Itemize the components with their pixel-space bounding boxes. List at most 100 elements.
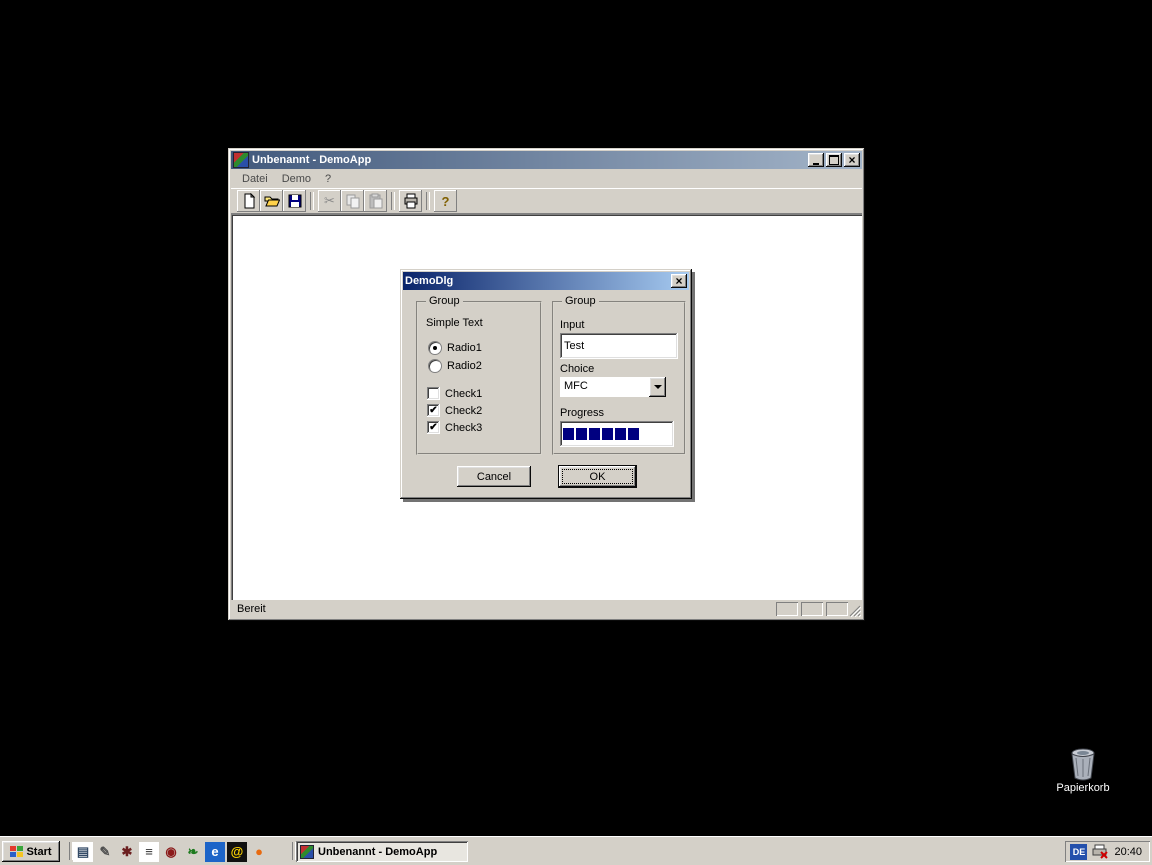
help-about-button[interactable]: ? xyxy=(434,190,457,212)
copy-icon xyxy=(345,193,361,209)
launcher-mail-at-icon[interactable]: @ xyxy=(227,842,247,862)
input-label: Input xyxy=(560,319,584,331)
open-folder-button[interactable] xyxy=(260,190,283,212)
launcher-pen-icon[interactable]: ✎ xyxy=(95,842,115,862)
launcher-bug-icon[interactable]: ✱ xyxy=(117,842,137,862)
launcher-document-icon[interactable]: ≡ xyxy=(139,842,159,862)
progress-block xyxy=(615,428,626,440)
cut-icon: ✂ xyxy=(324,193,335,209)
progress-block xyxy=(602,428,613,440)
choice-label: Choice xyxy=(560,363,594,375)
demo-dialog: DemoDlg × Group Simple Text Radio1 Radio… xyxy=(400,269,692,499)
app-title: Unbenannt - DemoApp xyxy=(252,154,371,166)
app-titlebar[interactable]: Unbenannt - DemoApp × xyxy=(231,151,862,169)
copy-button[interactable] xyxy=(341,190,364,212)
combo-dropdown-button[interactable] xyxy=(649,377,666,397)
check3-box[interactable]: ✔ xyxy=(427,421,440,434)
radio2-label: Radio2 xyxy=(447,360,482,372)
group-left-title: Group xyxy=(426,295,463,307)
cut-button[interactable]: ✂ xyxy=(318,190,341,212)
paste-icon xyxy=(368,193,384,209)
ok-button[interactable]: OK xyxy=(559,466,636,487)
toolbar-separator xyxy=(391,192,395,210)
simple-text-label: Simple Text xyxy=(426,317,483,329)
save-icon xyxy=(287,193,303,209)
check1-label: Check1 xyxy=(445,388,482,400)
launcher-eye-icon[interactable]: ◉ xyxy=(161,842,181,862)
launcher-notes-icon[interactable]: ▤ xyxy=(73,842,93,862)
check3-label: Check3 xyxy=(445,422,482,434)
start-button[interactable]: Start xyxy=(2,841,60,862)
progress-bar xyxy=(560,421,674,447)
menubar: Datei Demo ? xyxy=(231,170,862,188)
recycle-bin-icon xyxy=(1066,746,1100,782)
menu-demo[interactable]: Demo xyxy=(275,172,318,186)
demoapp-icon xyxy=(300,845,314,859)
dialog-close-button[interactable]: × xyxy=(671,274,687,288)
desktop: { "desktop": { "recycle_bin": { "label":… xyxy=(0,0,1152,864)
app-icon xyxy=(233,152,249,168)
dialog-title: DemoDlg xyxy=(405,275,453,287)
help-icon: ? xyxy=(442,194,450,209)
check2-label: Check2 xyxy=(445,405,482,417)
radio1[interactable]: Radio1 xyxy=(428,341,482,355)
status-text: Bereit xyxy=(237,603,266,615)
radio2-circle[interactable] xyxy=(428,359,442,373)
quick-launch-bar: ▤✎✱≡◉❧e@● xyxy=(72,841,270,862)
maximize-button[interactable] xyxy=(826,153,842,167)
print-button[interactable] xyxy=(399,190,422,212)
new-document-button[interactable] xyxy=(237,190,260,212)
check1[interactable]: ✔ Check1 xyxy=(427,387,482,400)
choice-value: MFC xyxy=(560,377,649,397)
new-document-icon xyxy=(241,193,257,209)
cancel-button[interactable]: Cancel xyxy=(457,466,531,487)
print-icon xyxy=(403,193,419,209)
menu-datei[interactable]: Datei xyxy=(235,172,275,186)
system-tray: DE 20:40 xyxy=(1065,841,1150,862)
taskbar: Start ▤✎✱≡◉❧e@● Unbenannt - DemoApp DE 2… xyxy=(0,836,1152,865)
recycle-bin[interactable]: Papierkorb xyxy=(1045,746,1121,794)
status-pane xyxy=(801,602,823,616)
status-pane xyxy=(826,602,848,616)
progress-label: Progress xyxy=(560,407,604,419)
windows-logo-icon xyxy=(10,846,23,857)
check2[interactable]: ✔ Check2 xyxy=(427,404,482,417)
minimize-button[interactable] xyxy=(808,153,824,167)
progress-block xyxy=(589,428,600,440)
group-left: Group Simple Text Radio1 Radio2 ✔ Check1… xyxy=(416,301,542,455)
radio2[interactable]: Radio2 xyxy=(428,359,482,373)
launcher-plant-icon[interactable]: ❧ xyxy=(183,842,203,862)
close-button[interactable]: × xyxy=(844,153,860,167)
save-button[interactable] xyxy=(283,190,306,212)
printer-status-icon[interactable] xyxy=(1092,844,1109,859)
dialog-titlebar[interactable]: DemoDlg × xyxy=(403,272,689,290)
keyboard-layout-indicator[interactable]: DE xyxy=(1070,844,1087,860)
progress-block xyxy=(628,428,639,440)
launcher-browser-orb-icon[interactable]: ● xyxy=(249,842,269,862)
check3[interactable]: ✔ Check3 xyxy=(427,421,482,434)
paste-button[interactable] xyxy=(364,190,387,212)
menu-help[interactable]: ? xyxy=(318,172,338,186)
radio1-circle[interactable] xyxy=(428,341,442,355)
task-button-label: Unbenannt - DemoApp xyxy=(318,846,437,858)
radio1-label: Radio1 xyxy=(447,342,482,354)
check2-box[interactable]: ✔ xyxy=(427,404,440,417)
task-button-demoapp[interactable]: Unbenannt - DemoApp xyxy=(296,841,468,862)
status-pane xyxy=(776,602,798,616)
launcher-internet-explorer-icon[interactable]: e xyxy=(205,842,225,862)
progress-block xyxy=(563,428,574,440)
choice-combobox[interactable]: MFC xyxy=(560,377,666,397)
group-right: Group Input Choice MFC Progress xyxy=(552,301,686,455)
toolbar-separator xyxy=(426,192,430,210)
input-field[interactable] xyxy=(560,333,678,359)
progress-block xyxy=(576,428,587,440)
check1-box[interactable]: ✔ xyxy=(427,387,440,400)
resize-grip[interactable] xyxy=(849,605,861,617)
start-label: Start xyxy=(26,846,51,858)
toolbar-separator xyxy=(310,192,314,210)
open-folder-icon xyxy=(264,193,280,209)
focus-rect xyxy=(562,469,633,484)
recycle-bin-label: Papierkorb xyxy=(1045,782,1121,794)
toolbar: ✂ ? xyxy=(231,188,862,214)
statusbar: Bereit xyxy=(231,600,862,618)
